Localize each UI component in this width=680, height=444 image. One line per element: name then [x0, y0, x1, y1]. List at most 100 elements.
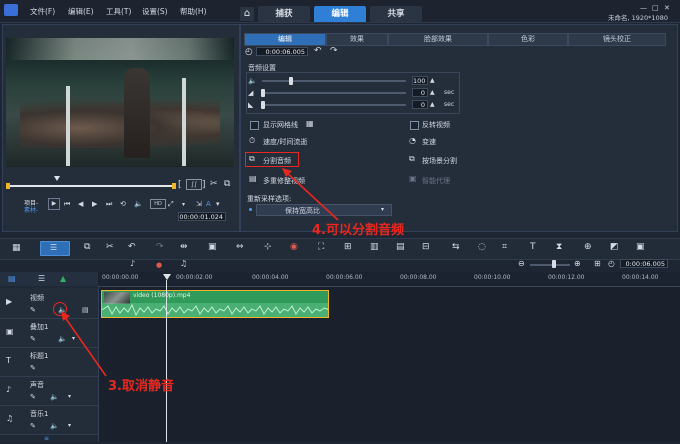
- bracket-out-icon[interactable]: ]: [202, 180, 206, 190]
- chevron-down-icon[interactable]: ▾: [68, 421, 71, 431]
- duration-field[interactable]: 0:00:06.005: [256, 47, 308, 56]
- volume-field[interactable]: 100: [412, 76, 428, 85]
- menu-settings[interactable]: 设置(S): [142, 6, 168, 17]
- scissors-icon[interactable]: ✂: [210, 179, 218, 189]
- aspect-icon[interactable]: A: [206, 199, 211, 209]
- tools-icon[interactable]: ✂: [106, 242, 114, 252]
- track-manager-icon[interactable]: ⧉: [84, 242, 90, 252]
- fade-out-field[interactable]: 0: [412, 100, 428, 109]
- edit-track-icon[interactable]: ✎: [30, 305, 36, 315]
- chevron-down-icon[interactable]: ▾: [182, 200, 185, 210]
- snapshot-icon[interactable]: ⧉: [224, 179, 230, 189]
- edit-track-icon[interactable]: ✎: [30, 363, 36, 373]
- mic-icon[interactable]: ♪: [130, 259, 135, 269]
- volume-spin-icon[interactable]: ▲: [430, 76, 435, 86]
- tab-capture[interactable]: 捕获: [258, 6, 310, 22]
- zoom-slider-knob[interactable]: [552, 260, 556, 268]
- next-frame-icon[interactable]: ▶: [92, 199, 97, 209]
- ripple-icon[interactable]: ⇔: [236, 242, 244, 252]
- volume-dropdown-icon[interactable]: ▾: [216, 199, 220, 209]
- edit-track-icon[interactable]: ✎: [30, 334, 36, 344]
- rotate-right-icon[interactable]: ↷: [330, 46, 338, 56]
- split-by-scene-icon[interactable]: ⧉: [409, 154, 415, 164]
- filter-icon[interactable]: ⧗: [556, 242, 562, 252]
- split-audio-label[interactable]: 分割音频: [263, 156, 291, 166]
- zoom-slider[interactable]: [530, 264, 570, 266]
- preview-timecode[interactable]: 00:00:01.024: [178, 212, 226, 221]
- motion-track-icon[interactable]: ⇆: [452, 242, 460, 252]
- track-list-icon[interactable]: ☰: [38, 274, 45, 284]
- tab-lens-correction[interactable]: 镜头校正: [568, 33, 666, 46]
- menu-edit[interactable]: 编辑(E): [68, 6, 94, 17]
- mute-toggle-icon[interactable]: 🔈: [50, 421, 59, 431]
- home-icon[interactable]: ⌂: [240, 7, 254, 21]
- go-start-icon[interactable]: ⏮: [64, 199, 70, 209]
- volume-slider-knob[interactable]: [289, 77, 293, 85]
- edit-track-icon[interactable]: ✎: [30, 421, 36, 431]
- color-grade-icon[interactable]: ◩: [610, 242, 619, 252]
- enlarge-icon[interactable]: ⤢: [168, 199, 174, 209]
- bracket-in-icon[interactable]: [: [178, 180, 182, 190]
- speed-time-label[interactable]: 速度/时间流逝: [263, 137, 307, 147]
- trim-end-handle[interactable]: [172, 183, 176, 189]
- tab-share[interactable]: 共享: [370, 6, 422, 22]
- multi-trim-icon[interactable]: ▤: [249, 174, 257, 184]
- mode-clip-label[interactable]: 素材-: [24, 205, 38, 214]
- add-media-icon[interactable]: ⊕: [584, 242, 592, 252]
- variable-speed-icon[interactable]: ◔: [409, 136, 416, 146]
- playhead[interactable]: [166, 280, 167, 442]
- tab-edit[interactable]: 编辑: [314, 6, 366, 22]
- fit-project-icon[interactable]: ⊞: [594, 259, 601, 269]
- volume-icon[interactable]: 🔈: [134, 199, 143, 209]
- circle-icon[interactable]: ◌: [478, 242, 486, 252]
- crop-icon[interactable]: ⌗: [502, 242, 507, 252]
- film-icon[interactable]: ▣: [636, 242, 645, 252]
- fade-in-slider[interactable]: [262, 92, 406, 94]
- text-icon[interactable]: T: [530, 242, 536, 252]
- show-grid-checkbox[interactable]: [250, 121, 259, 130]
- fade-out-slider-knob[interactable]: [261, 101, 265, 109]
- trim-mode-icon[interactable]: ⇲: [196, 199, 202, 209]
- video-clip[interactable]: video (1080p).mp4: [101, 290, 329, 318]
- fade-in-field[interactable]: 0: [412, 88, 428, 97]
- variable-speed-label[interactable]: 变速: [422, 137, 436, 147]
- show-grid-label[interactable]: 显示网格线: [263, 120, 298, 130]
- record-icon[interactable]: ◉: [290, 242, 298, 252]
- fade-in-spin-icon[interactable]: ▲: [430, 88, 435, 98]
- split-screen-icon[interactable]: ▥: [370, 242, 379, 252]
- fade-out-spin-icon[interactable]: ▲: [430, 100, 435, 110]
- play-icon[interactable]: ▶: [48, 198, 60, 210]
- tab-effect[interactable]: 效果: [326, 33, 388, 46]
- zoom-in-icon[interactable]: ⊕: [574, 259, 581, 269]
- split-by-scene-label[interactable]: 按场景分割: [422, 156, 457, 166]
- go-end-icon[interactable]: ⏭: [106, 199, 112, 209]
- playhead-handle[interactable]: [163, 274, 171, 280]
- timeline-view-button[interactable]: ☰: [40, 241, 70, 256]
- menu-tools[interactable]: 工具(T): [106, 6, 131, 17]
- fade-in-slider-knob[interactable]: [261, 89, 265, 97]
- split-clip-icon[interactable]: ∫∫: [186, 179, 202, 190]
- prev-frame-icon[interactable]: ◀: [78, 199, 83, 209]
- tab-edit-options[interactable]: 编辑: [244, 33, 326, 46]
- tab-face-effect[interactable]: 脸部效果: [388, 33, 488, 46]
- scrubber-marker-icon[interactable]: [54, 176, 60, 181]
- reverse-video-checkbox[interactable]: [410, 121, 419, 130]
- auto-music-icon[interactable]: ♫: [180, 259, 187, 269]
- timeline-timecode[interactable]: 0:00:06.005: [620, 259, 668, 268]
- rotate-left-icon[interactable]: ↶: [314, 46, 322, 56]
- trim-start-handle[interactable]: [6, 183, 10, 189]
- multicam-icon[interactable]: ⊞: [344, 242, 352, 252]
- grid-settings-icon[interactable]: ▦: [306, 119, 314, 129]
- trim-tool-icon[interactable]: ⇹: [180, 242, 188, 252]
- hd-badge[interactable]: HD: [150, 199, 166, 209]
- menu-file[interactable]: 文件(F): [30, 6, 55, 17]
- mute-toggle-icon[interactable]: 🔈: [50, 392, 59, 402]
- split-audio-icon[interactable]: ⧉: [249, 154, 255, 164]
- reverse-video-label[interactable]: 反转视频: [422, 120, 450, 130]
- storyboard-view-icon[interactable]: ▦: [12, 243, 21, 253]
- chevron-down-icon[interactable]: ▾: [68, 392, 71, 402]
- redo-icon[interactable]: ↷: [156, 242, 164, 252]
- edit-track-icon[interactable]: ✎: [30, 392, 36, 402]
- show-all-tracks-icon[interactable]: ▤: [8, 274, 16, 284]
- speed-time-icon[interactable]: ⏱: [249, 136, 255, 146]
